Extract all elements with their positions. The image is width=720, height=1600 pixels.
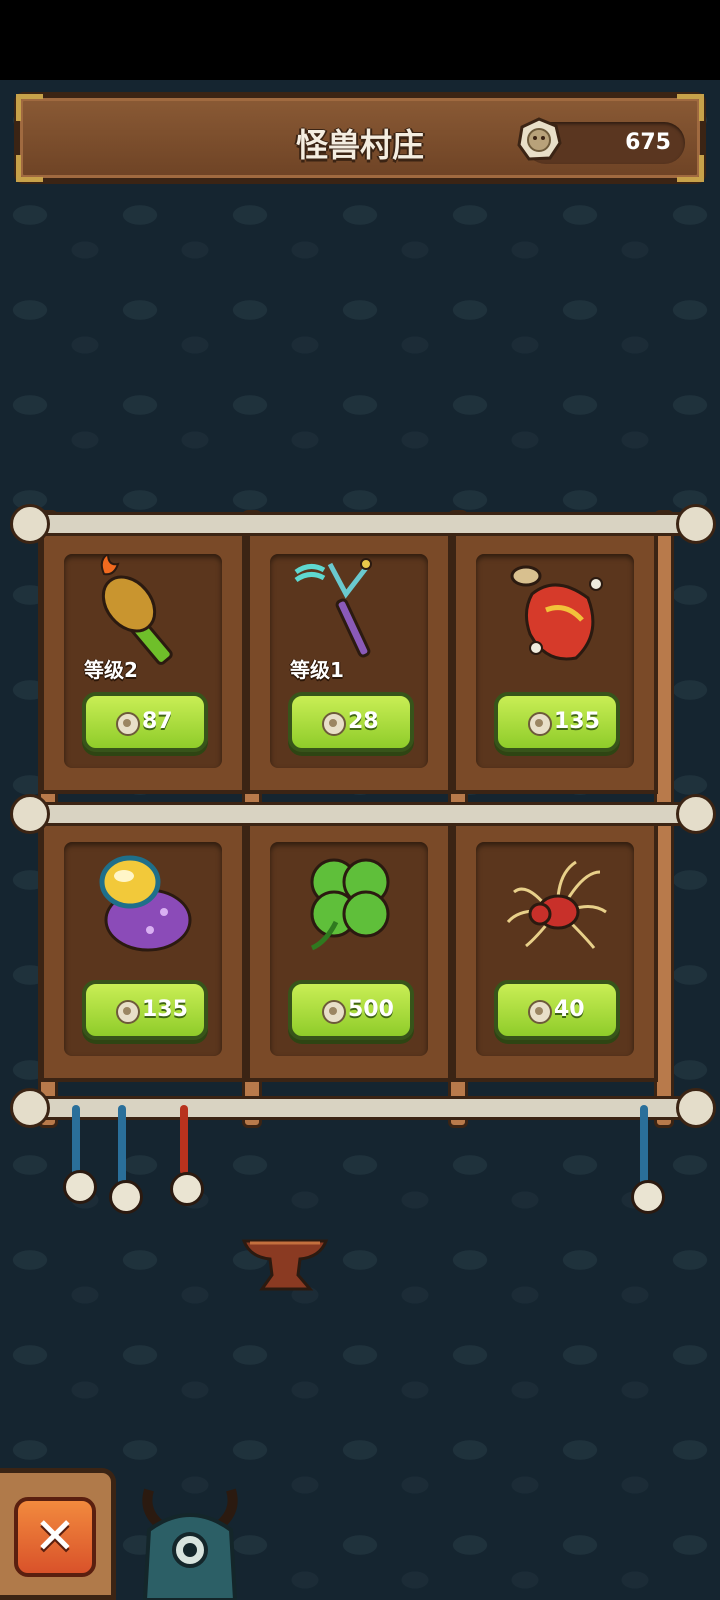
item-price: 500 — [348, 997, 394, 1022]
red-spider-icon — [506, 860, 607, 949]
shop-shelf: 等级2 87 等级1 28 135 135 500 40 — [10, 500, 716, 1140]
item-level: 等级2 — [84, 658, 138, 682]
shop-slot-6[interactable]: 40 — [452, 818, 658, 1082]
coin-icon — [528, 712, 552, 736]
coin-icon — [116, 1000, 140, 1024]
header-plank: 怪兽村庄 675 — [14, 92, 706, 184]
bone-bar-top — [30, 512, 696, 536]
close-button[interactable]: ✕ — [14, 1497, 96, 1577]
coin-icon — [517, 117, 562, 161]
status-bar — [0, 0, 720, 80]
item-level: 等级1 — [290, 658, 344, 682]
shop-slot-1[interactable]: 等级2 87 — [40, 530, 246, 794]
item-price: 87 — [142, 709, 173, 734]
buy-button[interactable]: 135 — [494, 692, 620, 752]
bone-bar-bottom — [30, 1096, 696, 1120]
bone-ornament — [109, 1180, 143, 1214]
item-price: 135 — [554, 709, 600, 734]
close-panel: ✕ — [0, 1468, 116, 1600]
item-price: 40 — [554, 997, 585, 1022]
shop-slot-5[interactable]: 500 — [246, 818, 452, 1082]
bone-ornament — [63, 1170, 97, 1204]
coin-icon — [322, 712, 346, 736]
buy-button[interactable]: 500 — [288, 980, 414, 1040]
hanging-rope — [640, 1105, 648, 1185]
anvil-icon — [241, 1239, 329, 1291]
coin-icon — [322, 1000, 346, 1024]
coin-count: 675 — [625, 130, 671, 155]
buy-button[interactable]: 28 — [288, 692, 414, 752]
buy-button[interactable]: 87 — [82, 692, 208, 752]
buy-button[interactable]: 40 — [494, 980, 620, 1040]
hanging-rope — [72, 1105, 80, 1175]
bone-bar-middle — [30, 802, 696, 826]
item-price: 135 — [142, 997, 188, 1022]
shop-slot-4[interactable]: 135 — [40, 818, 246, 1082]
coin-icon — [116, 712, 140, 736]
shop-slot-2[interactable]: 等级1 28 — [246, 530, 452, 794]
purple-egg-creature-icon — [99, 855, 192, 952]
coin-icon — [528, 1000, 552, 1024]
coin-balance: 675 — [517, 117, 685, 164]
four-leaf-clover-icon — [310, 858, 390, 951]
bone-ornament — [631, 1180, 665, 1214]
shop-slot-3[interactable]: 135 — [452, 530, 658, 794]
buy-button[interactable]: 135 — [82, 980, 208, 1040]
hanging-rope — [180, 1105, 188, 1175]
red-potion-icon — [510, 565, 603, 661]
item-price: 28 — [348, 709, 379, 734]
hanging-rope — [118, 1105, 126, 1185]
monster-avatar-icon[interactable] — [135, 1480, 245, 1600]
bone-ornament — [170, 1172, 204, 1206]
